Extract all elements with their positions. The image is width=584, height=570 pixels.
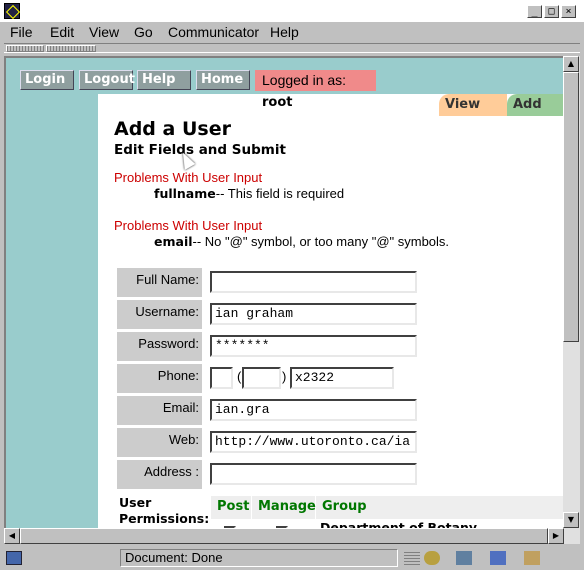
discussion-icon[interactable]: [490, 551, 506, 565]
username-input[interactable]: ian graham: [210, 303, 417, 325]
home-button[interactable]: Home: [196, 70, 250, 90]
logged-in-prefix: Logged in as:: [262, 72, 347, 88]
menu-edit[interactable]: Edit: [50, 24, 74, 40]
menu-bar: File Edit View Go Communicator Help: [0, 22, 584, 42]
phone-close-paren: ): [282, 369, 287, 384]
fullname-label: Full Name:: [117, 268, 202, 297]
scroll-right-button[interactable]: ▶: [548, 528, 564, 544]
menu-help[interactable]: Help: [270, 24, 299, 40]
menu-view[interactable]: View: [89, 24, 119, 40]
logged-in-user: root: [262, 95, 293, 110]
tab-view[interactable]: View: [439, 94, 507, 116]
app-icon[interactable]: [4, 3, 20, 19]
error-text: -- This field is required: [215, 186, 345, 201]
scroll-down-button[interactable]: ▼: [563, 512, 579, 528]
permissions-header-manage: Manage: [252, 496, 316, 519]
email-label: Email:: [117, 396, 202, 425]
web-label: Web:: [117, 428, 202, 457]
minimize-button[interactable]: _: [527, 5, 542, 18]
status-bar: Document: Done: [0, 546, 584, 570]
login-button[interactable]: Login: [20, 70, 74, 90]
title-bar: _ □ ×: [0, 0, 584, 22]
horizontal-scroll-thumb[interactable]: [20, 528, 548, 544]
phone-country-input[interactable]: [210, 367, 233, 389]
address-label: Address :: [117, 460, 202, 489]
phone-number-input[interactable]: x2322: [290, 367, 394, 389]
vertical-scrollbar[interactable]: ▲ ▼: [563, 56, 580, 528]
permissions-header-post: Post: [211, 496, 251, 519]
permissions-header-group: Group: [316, 496, 563, 519]
username-label: Username:: [117, 300, 202, 329]
logged-in-badge: Logged in as: root: [255, 70, 376, 110]
help-button[interactable]: Help: [137, 70, 191, 90]
phone-area-input[interactable]: [242, 367, 281, 389]
page-title: Add a User: [114, 118, 231, 140]
navigator-icon[interactable]: [424, 551, 440, 565]
error-message: fullname-- This field is required: [154, 186, 344, 201]
close-button[interactable]: ×: [561, 5, 576, 18]
error-message: email-- No "@" symbol, or too many "@" s…: [154, 234, 449, 249]
phone-label: Phone:: [117, 364, 202, 393]
security-lock-icon[interactable]: [6, 551, 22, 565]
scroll-left-button[interactable]: ◀: [4, 528, 20, 544]
web-input[interactable]: http://www.utoronto.ca/ia: [210, 431, 417, 453]
taskbar-grip-icon[interactable]: [404, 551, 420, 565]
toolbar-grips: [4, 43, 580, 53]
mail-icon[interactable]: [456, 551, 472, 565]
horizontal-scrollbar[interactable]: ◀ ▶: [4, 528, 580, 544]
status-text: Document: Done: [120, 549, 398, 567]
left-sidebar: [6, 94, 98, 528]
password-label: Password:: [117, 332, 202, 361]
fullname-input[interactable]: [210, 271, 417, 293]
error-text: -- No "@" symbol, or too many "@" symbol…: [192, 234, 450, 249]
password-input[interactable]: *******: [210, 335, 417, 357]
vertical-scroll-thumb[interactable]: [563, 72, 579, 342]
logout-button[interactable]: Logout: [79, 70, 135, 90]
error-title: Problems With User Input: [114, 218, 263, 233]
permissions-label: User Permissions:: [119, 495, 210, 526]
toolbar-grip-navigation[interactable]: [6, 45, 44, 52]
phone-open-paren: (: [237, 369, 242, 384]
error-field: email: [154, 234, 193, 249]
error-title: Problems With User Input: [114, 170, 263, 185]
email-input[interactable]: ian.gra: [210, 399, 417, 421]
scroll-up-button[interactable]: ▲: [563, 56, 579, 72]
page-subtitle: Edit Fields and Submit: [114, 142, 286, 158]
group-name: Department of Botany: [320, 520, 478, 528]
toolbar-grip-location[interactable]: [46, 45, 96, 52]
menu-file[interactable]: File: [10, 24, 33, 40]
menu-go[interactable]: Go: [134, 24, 153, 40]
composer-icon[interactable]: [524, 551, 540, 565]
error-field: fullname: [154, 186, 216, 201]
menu-communicator[interactable]: Communicator: [168, 24, 259, 40]
maximize-button[interactable]: □: [544, 5, 559, 18]
tab-add[interactable]: Add: [507, 94, 563, 116]
page-viewport: Login Logout Help Home Logged in as: roo…: [4, 56, 563, 528]
address-input[interactable]: [210, 463, 417, 485]
